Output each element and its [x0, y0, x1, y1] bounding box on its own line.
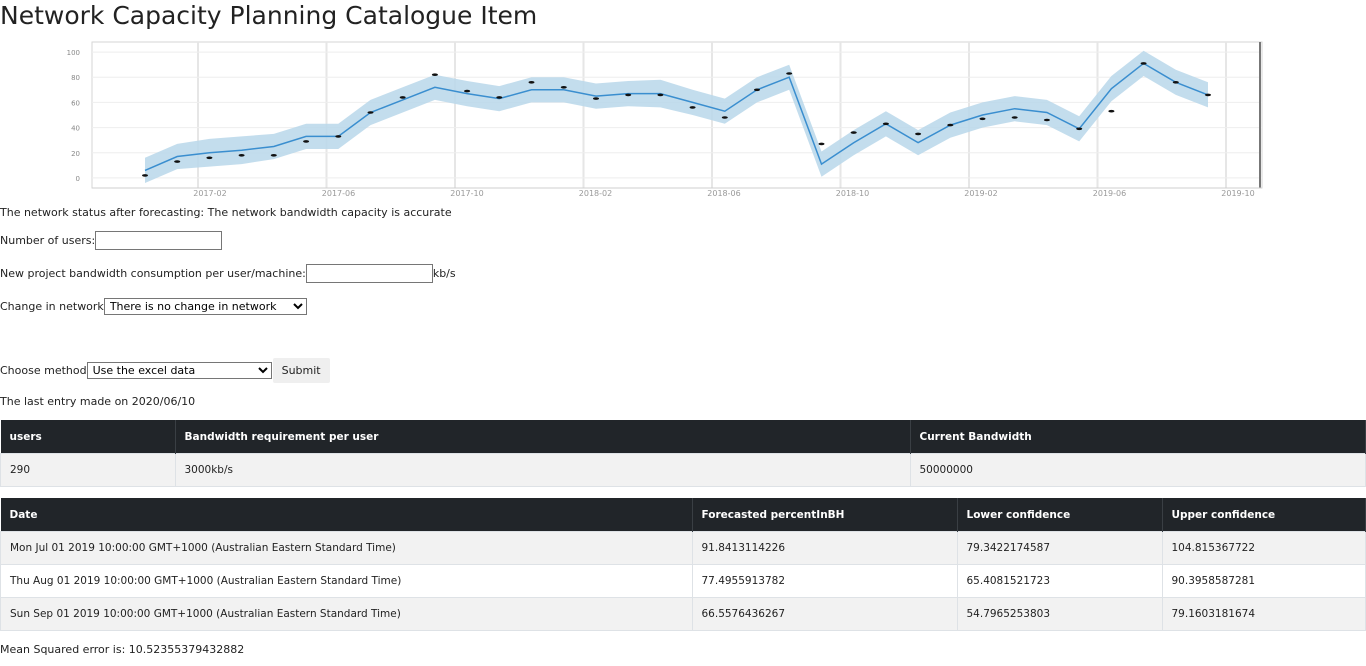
forecast-header-forecast: Forecasted percentInBH: [692, 498, 958, 532]
forecast-header-lower: Lower confidence: [957, 498, 1163, 532]
method-select[interactable]: Use the excel data: [86, 362, 272, 379]
observed-point: [850, 131, 857, 134]
summary-header-users: users: [0, 420, 176, 454]
x-tick-label: 2017-02: [193, 189, 226, 198]
observed-point: [979, 117, 986, 121]
submit-button[interactable]: Submit: [272, 358, 330, 383]
observed-point: [1011, 116, 1018, 119]
x-tick-label: 2018-02: [579, 189, 612, 198]
change-select[interactable]: There is no change in network: [103, 298, 307, 315]
forecast-cell-forecast: 77.4955913782: [691, 564, 958, 598]
users-label: Number of users:: [0, 234, 96, 247]
observed-point: [689, 106, 696, 109]
y-tick-label: 100: [67, 49, 80, 57]
observed-point: [947, 123, 954, 127]
forecast-header-upper: Upper confidence: [1162, 498, 1366, 532]
bandwidth-row: New project bandwidth consumption per us…: [0, 264, 456, 283]
change-label: Change in network: [0, 300, 104, 313]
x-tick-label: 2017-10: [450, 189, 483, 198]
page-title: Network Capacity Planning Catalogue Item: [0, 1, 538, 30]
observed-point: [206, 156, 213, 160]
table-row: Mon Jul 01 2019 10:00:00 GMT+1000 (Austr…: [0, 531, 1366, 565]
y-tick-label: 20: [71, 150, 80, 158]
change-row: Change in network There is no change in n…: [0, 298, 307, 315]
observed-point: [496, 96, 503, 99]
x-tick-label: 2019-10: [1221, 189, 1254, 198]
summary-header-bandwidth-req: Bandwidth requirement per user: [175, 420, 911, 454]
observed-point: [657, 93, 664, 97]
observed-point: [335, 135, 342, 138]
x-tick-label: 2017-06: [322, 189, 355, 198]
bandwidth-input[interactable]: [305, 264, 433, 283]
forecast-chart: 0 20 40 60 80 100 2017-02 2017-06 2017-10 2018-02…: [0, 38, 1290, 200]
observed-point: [1043, 118, 1050, 122]
observed-point: [1076, 127, 1083, 131]
table-row: Thu Aug 01 2019 10:00:00 GMT+1000 (Austr…: [0, 564, 1366, 598]
observed-point: [174, 160, 181, 163]
forecast-table: Date Forecasted percentInBH Lower confid…: [0, 498, 1366, 631]
observed-point: [915, 132, 922, 136]
x-tick-label: 2019-02: [964, 189, 997, 198]
observed-point: [238, 154, 245, 157]
observed-point: [431, 73, 438, 76]
y-tick-label: 60: [71, 99, 80, 107]
users-row: Number of users:: [0, 231, 223, 250]
forecast-header-row: Date Forecasted percentInBH Lower confid…: [0, 498, 1366, 532]
bandwidth-unit: kb/s: [432, 267, 456, 280]
x-tick-label: 2018-10: [836, 189, 869, 198]
y-tick-label: 0: [76, 175, 80, 183]
summary-cell-current-bandwidth: 50000000: [909, 453, 1366, 487]
forecast-cell-upper: 104.815367722: [1161, 531, 1366, 565]
forecast-cell-date: Mon Jul 01 2019 10:00:00 GMT+1000 (Austr…: [0, 531, 693, 565]
observed-point: [754, 88, 760, 92]
y-tick-label: 80: [71, 74, 80, 82]
forecast-cell-lower: 79.3422174587: [956, 531, 1163, 565]
observed-point: [625, 93, 632, 97]
last-entry: The last entry made on 2020/06/10: [0, 395, 196, 408]
table-row: 290 3000kb/s 50000000: [0, 453, 1366, 487]
forecast-cell-upper: 90.3958587281: [1161, 564, 1366, 598]
observed-point: [367, 111, 374, 114]
observed-point: [1205, 93, 1211, 97]
method-row: Choose method Use the excel data Submit: [0, 358, 330, 383]
observed-point: [528, 81, 535, 84]
forecast-cell-lower: 54.7965253803: [956, 597, 1163, 631]
summary-cell-users: 290: [0, 453, 176, 487]
summary-header-row: users Bandwidth requirement per user Cur…: [0, 420, 1366, 454]
forecast-header-date: Date: [0, 498, 693, 532]
x-tick-label: 2018-06: [707, 189, 740, 198]
method-label: Choose method: [0, 364, 87, 377]
observed-point: [303, 140, 310, 143]
observed-point: [1108, 109, 1115, 113]
y-tick-label: 40: [71, 125, 80, 133]
users-input[interactable]: [95, 231, 223, 250]
observed-point: [560, 86, 567, 89]
forecast-cell-forecast: 66.5576436267: [691, 597, 958, 631]
forecast-chart-svg: 0 20 40 60 80 100 2017-02 2017-06 2017-10 2018-02…: [67, 41, 1263, 198]
summary-header-current-bandwidth: Current Bandwidth: [910, 420, 1366, 454]
observed-point: [786, 72, 793, 75]
observed-point: [721, 116, 728, 119]
observed-point: [142, 174, 148, 177]
bandwidth-label: New project bandwidth consumption per us…: [0, 267, 306, 280]
summary-cell-bandwidth-req: 3000kb/s: [174, 453, 911, 487]
observed-point: [399, 96, 406, 99]
mean-squared-error: Mean Squared error is: 10.52355379432882: [0, 643, 245, 656]
observed-point: [593, 97, 599, 100]
forecast-cell-lower: 65.4081521723: [956, 564, 1163, 598]
observed-point: [1172, 81, 1179, 84]
observed-point: [1140, 62, 1147, 65]
observed-point: [270, 154, 277, 157]
observed-point: [464, 89, 471, 93]
forecast-cell-forecast: 91.8413114226: [691, 531, 958, 565]
summary-table: users Bandwidth requirement per user Cur…: [0, 420, 1366, 487]
table-row: Sun Sep 01 2019 10:00:00 GMT+1000 (Austr…: [0, 597, 1366, 631]
forecast-cell-date: Sun Sep 01 2019 10:00:00 GMT+1000 (Austr…: [0, 597, 693, 631]
forecast-cell-upper: 79.1603181674: [1161, 597, 1366, 631]
observed-point: [818, 142, 825, 146]
observed-point: [882, 122, 889, 126]
x-tick-label: 2019-06: [1093, 189, 1126, 198]
forecast-status: The network status after forecasting: Th…: [0, 206, 452, 219]
forecast-cell-date: Thu Aug 01 2019 10:00:00 GMT+1000 (Austr…: [0, 564, 693, 598]
